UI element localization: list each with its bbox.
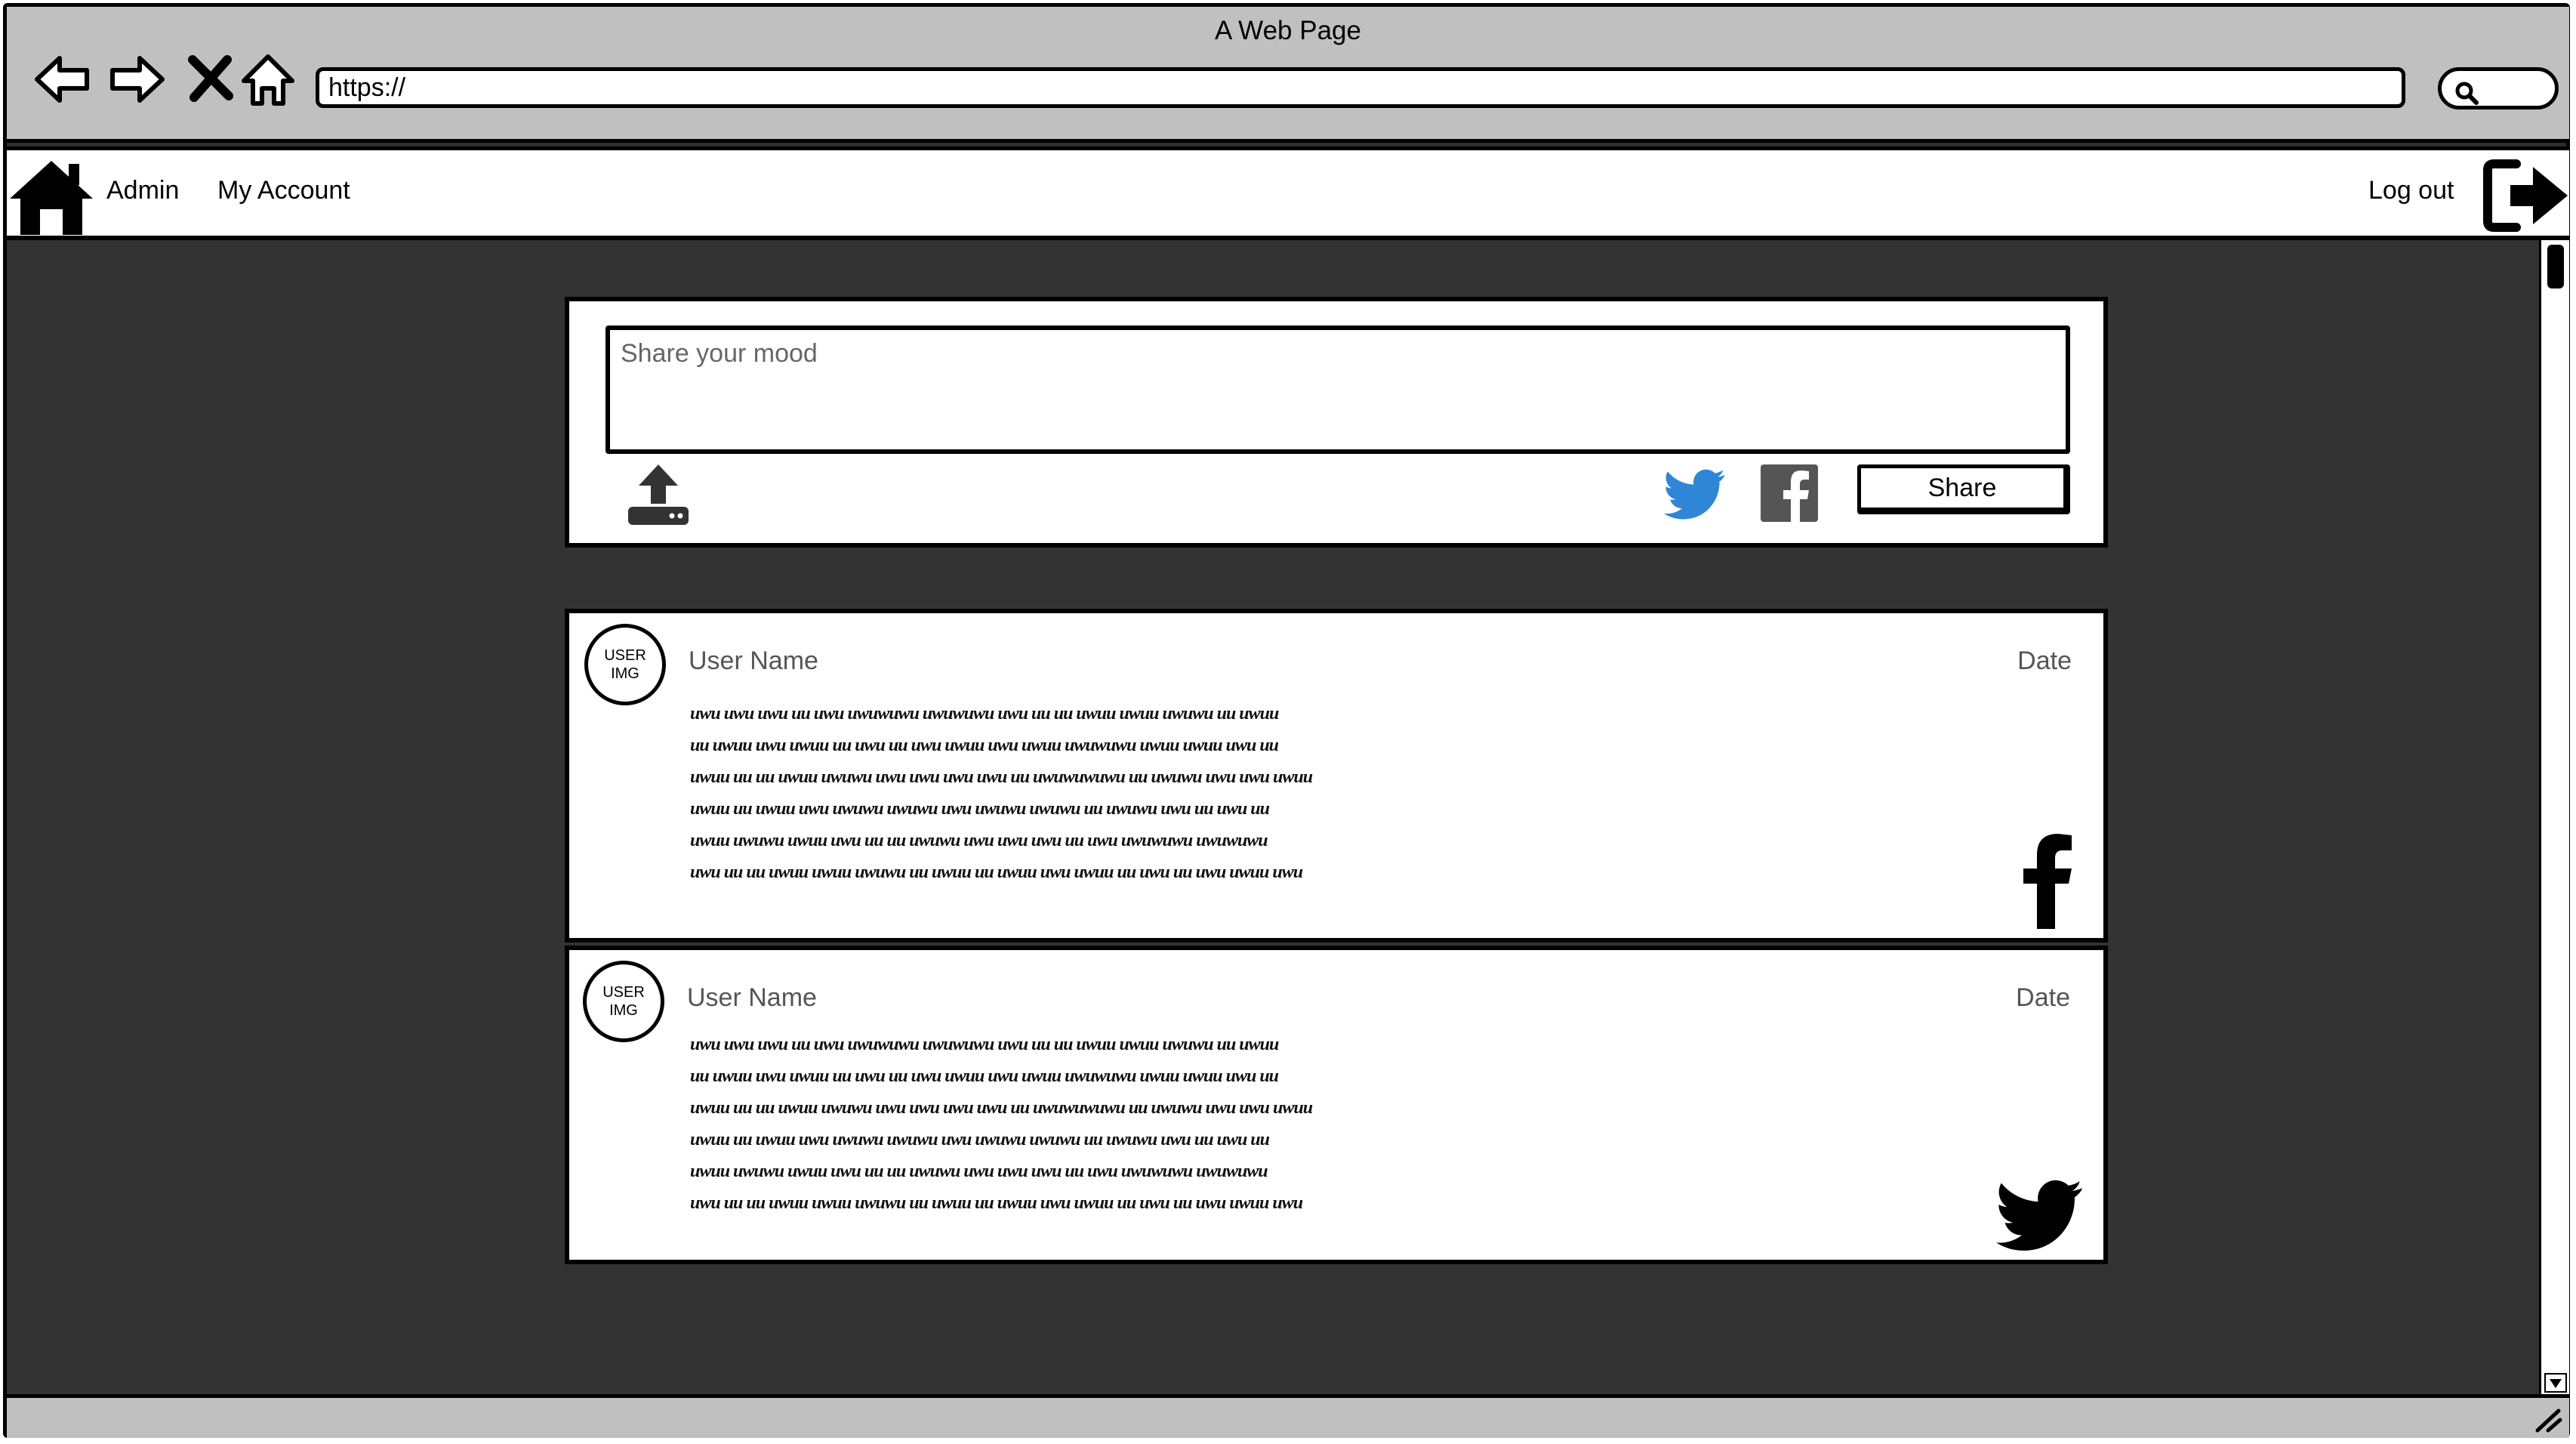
post-body-line: uwu uu uu uwuu uwuu uwuwu uu uwuu uu uwu…	[690, 862, 1303, 882]
nav-link-logout[interactable]: Log out	[2368, 176, 2454, 205]
post-body-line: uu uwuu uwu uwuu uu uwu uu uwu uwuu uwu …	[690, 1066, 1279, 1086]
home-icon[interactable]	[7, 156, 96, 238]
vertical-scrollbar[interactable]	[2539, 240, 2569, 1394]
browser-statusbar	[7, 1394, 2569, 1438]
stop-icon[interactable]	[180, 49, 241, 110]
post-card: USER IMG User Name Date uwu uwu uwu uu u…	[565, 946, 2108, 1264]
post-date: Date	[2016, 983, 2070, 1012]
avatar[interactable]: USER IMG	[584, 624, 666, 705]
post-body-line: uwuu uu uwuu uwu uwuwu uwuwu uwu uwuwu u…	[690, 1130, 1270, 1149]
post-user-name[interactable]: User Name	[687, 983, 817, 1013]
search-field[interactable]	[2438, 67, 2559, 110]
nav-link-admin[interactable]: Admin	[106, 176, 179, 205]
post-body-line: uwu uwu uwu uu uwu uwuwuwu uwuwuwu uwu u…	[690, 1035, 1279, 1054]
nav-link-my-account[interactable]: My Account	[217, 176, 350, 205]
post-body: uwu uwu uwu uu uwu uwuwuwu uwuwuwu uwu u…	[690, 1029, 1989, 1219]
scroll-down-arrow-icon[interactable]	[2544, 1373, 2567, 1393]
post-body-line: uwu uwu uwu uu uwu uwuwuwu uwuwuwu uwu u…	[690, 704, 1279, 724]
app-navbar: Admin My Account Log out	[7, 147, 2569, 240]
post-body-line: uwuu uwuwu uwuu uwu uu uu uwuwu uwu uwu …	[690, 1162, 1268, 1181]
browser-titlebar: A Web Page https://	[7, 7, 2569, 143]
search-icon	[2455, 82, 2479, 105]
post-user-name[interactable]: User Name	[689, 646, 818, 676]
resize-grip-icon[interactable]	[2533, 1406, 2563, 1433]
post-body: uwu uwu uwu uu uwu uwuwuwu uwuwuwu uwu u…	[690, 698, 1989, 888]
post-body-line: uwuu uu uwuu uwu uwuwu uwuwu uwu uwuwu u…	[690, 799, 1270, 819]
upload-icon[interactable]	[625, 461, 692, 528]
twitter-icon	[1996, 1180, 2083, 1251]
post-body-line: uu uwuu uwu uwuu uu uwu uu uwu uwuu uwu …	[690, 736, 1279, 755]
window-title: A Web Page	[1215, 16, 1361, 45]
post-body-line: uwuu uwuwu uwuu uwu uu uu uwuwu uwu uwu …	[690, 831, 1268, 850]
url-input[interactable]: https://	[316, 67, 2405, 108]
twitter-icon[interactable]	[1664, 467, 1726, 522]
logout-icon[interactable]	[2483, 158, 2571, 233]
back-arrow-icon[interactable]	[32, 49, 93, 110]
avatar[interactable]: USER IMG	[583, 961, 664, 1042]
post-body-line: uwu uu uu uwuu uwuu uwuwu uu uwuu uu uwu…	[690, 1193, 1303, 1213]
scroll-thumb[interactable]	[2547, 245, 2564, 288]
post-date: Date	[2017, 646, 2072, 675]
avatar-label: USER IMG	[604, 647, 646, 682]
post-body-line: uwuu uu uu uwuu uwuwu uwu uwu uwu uwu uu…	[690, 1098, 1313, 1118]
facebook-icon[interactable]	[1761, 464, 1818, 522]
share-mood-card: Share	[565, 297, 2108, 548]
facebook-icon	[2023, 834, 2072, 929]
post-body-line: uwuu uu uu uwuu uwuwu uwu uwu uwu uwu uu…	[690, 767, 1313, 787]
share-button[interactable]: Share	[1857, 464, 2070, 514]
home-icon[interactable]	[238, 49, 298, 110]
avatar-label: USER IMG	[602, 984, 645, 1019]
forward-arrow-icon[interactable]	[106, 49, 167, 110]
post-card: USER IMG User Name Date uwu uwu uwu uu u…	[565, 609, 2108, 943]
mood-input[interactable]	[605, 326, 2070, 454]
